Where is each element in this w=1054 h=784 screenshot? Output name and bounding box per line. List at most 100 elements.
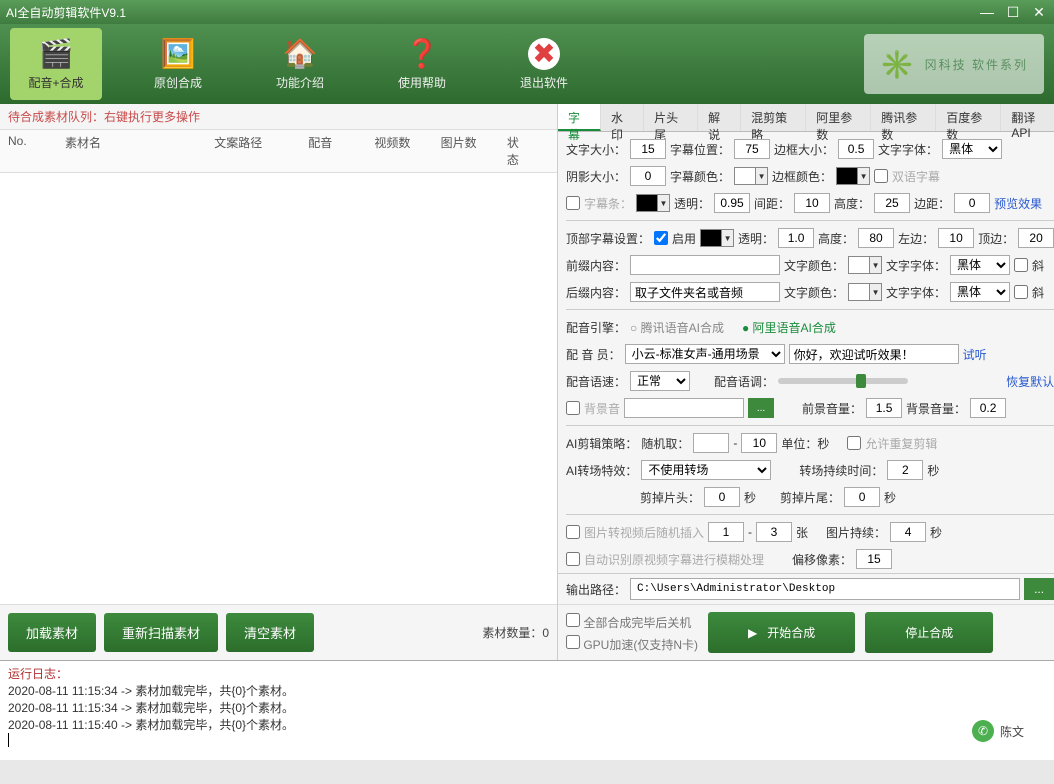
shutdown-checkbox[interactable]	[566, 613, 580, 627]
img-to-input[interactable]	[756, 522, 792, 542]
topsub-alpha[interactable]	[778, 228, 814, 248]
voice-select[interactable]: 小云-标准女声-通用场景	[625, 344, 785, 364]
clear-material-button[interactable]: 清空素材	[226, 613, 314, 652]
exit-icon: ✖	[528, 38, 560, 70]
rand-to-input[interactable]	[741, 433, 777, 453]
gpu-checkbox[interactable]	[566, 635, 580, 649]
img-from-input[interactable]	[708, 522, 744, 542]
topsub-left[interactable]	[938, 228, 974, 248]
toolbar-original-compose[interactable]: 🖼️ 原创合成	[132, 28, 224, 100]
output-path-label: 输出路径：	[566, 581, 626, 598]
subtitle-pos-input[interactable]	[734, 139, 770, 159]
tab-tencent-params[interactable]: 腾讯参数	[871, 104, 936, 131]
log-line: 2020-08-11 11:15:34 -> 素材加载完毕，共{0}个素材。	[8, 699, 1046, 716]
allow-dup-checkbox[interactable]	[847, 436, 861, 450]
stop-compose-button[interactable]: 停止合成	[865, 612, 993, 653]
maximize-button[interactable]: ☐	[1004, 4, 1022, 20]
toolbar-voice-compose[interactable]: 🎬 配音+合成	[10, 28, 102, 100]
prefix-italic[interactable]	[1014, 258, 1028, 272]
gpu-option[interactable]: GPU加速(仅支持N卡)	[566, 635, 698, 653]
suffix-input[interactable]	[630, 282, 780, 302]
tab-watermark[interactable]: 水印	[601, 104, 644, 131]
suffix-color[interactable]: ▼	[848, 283, 882, 301]
tab-head-tail[interactable]: 片头尾	[644, 104, 698, 131]
log-line: 2020-08-11 11:15:40 -> 素材加载完毕，共{0}个素材。	[8, 716, 1046, 733]
close-button[interactable]: ✕	[1030, 4, 1048, 20]
bg-volume-input[interactable]	[970, 398, 1006, 418]
toolbar-exit[interactable]: ✖ 退出软件	[498, 28, 590, 100]
preview-text-input[interactable]	[789, 344, 959, 364]
gap-input[interactable]	[794, 193, 830, 213]
shadow-size-input[interactable]	[630, 166, 666, 186]
tab-mix-strategy[interactable]: 混剪策略	[741, 104, 806, 131]
fg-volume-input[interactable]	[866, 398, 902, 418]
slack-icon: ✳️	[880, 48, 917, 81]
try-listen-link[interactable]: 试听	[963, 346, 987, 363]
suffix-italic[interactable]	[1014, 285, 1028, 299]
font-size-input[interactable]	[630, 139, 666, 159]
topsub-enable-checkbox[interactable]	[654, 231, 668, 245]
output-path-input[interactable]	[630, 578, 1020, 600]
autoblur-checkbox[interactable]	[566, 552, 580, 566]
tencent-radio[interactable]: ○ 腾讯语音AI合成	[630, 319, 724, 336]
window-title: AI全自动剪辑软件V9.1	[6, 4, 978, 21]
tab-narration[interactable]: 解说	[698, 104, 741, 131]
transition-select[interactable]: 不使用转场	[641, 460, 771, 480]
toolbar-help[interactable]: ❓ 使用帮助	[376, 28, 468, 100]
load-material-button[interactable]: 加载素材	[8, 613, 96, 652]
ali-radio[interactable]: ● 阿里语音AI合成	[742, 319, 836, 336]
topsub-color[interactable]: ▼	[700, 229, 734, 247]
wechat-badge: ✆ 陈文	[962, 716, 1034, 746]
queue-list[interactable]	[0, 173, 557, 604]
toolbar-features[interactable]: 🏠 功能介绍	[254, 28, 346, 100]
log-title: 运行日志：	[8, 665, 1046, 682]
cursor-icon	[8, 733, 9, 747]
rescan-material-button[interactable]: 重新扫描素材	[104, 613, 218, 652]
material-count: 素材数量：0	[482, 624, 549, 641]
tab-subtitle[interactable]: 字幕	[558, 104, 601, 131]
cuthead-input[interactable]	[704, 487, 740, 507]
bgm-path-input[interactable]	[624, 398, 744, 418]
tab-ali-params[interactable]: 阿里参数	[806, 104, 871, 131]
shutdown-option[interactable]: 全部合成完毕后关机	[566, 613, 698, 631]
alpha-input[interactable]	[714, 193, 750, 213]
tab-baidu-params[interactable]: 百度参数	[936, 104, 1001, 131]
log-pane: 运行日志： 2020-08-11 11:15:34 -> 素材加载完毕，共{0}…	[0, 660, 1054, 760]
prefix-input[interactable]	[630, 255, 780, 275]
topsub-height[interactable]	[858, 228, 894, 248]
topsub-top[interactable]	[1018, 228, 1054, 248]
suffix-font[interactable]: 黑体	[950, 282, 1010, 302]
browse-output-button[interactable]: ...	[1024, 578, 1054, 600]
speed-select[interactable]: 正常	[630, 371, 690, 391]
start-compose-button[interactable]: ▶开始合成	[708, 612, 855, 653]
cuttail-input[interactable]	[844, 487, 880, 507]
font-select[interactable]: 黑体	[942, 139, 1002, 159]
pitch-slider[interactable]	[778, 378, 908, 384]
subtitle-color-picker[interactable]: ▼	[734, 167, 768, 185]
submargin-input[interactable]	[954, 193, 990, 213]
img2vid-checkbox[interactable]	[566, 525, 580, 539]
prefix-font[interactable]: 黑体	[950, 255, 1010, 275]
settings-pane: 字幕 水印 片头尾 解说 混剪策略 阿里参数 腾讯参数 百度参数 翻译API 文…	[558, 104, 1054, 660]
tab-translate-api[interactable]: 翻译API	[1001, 104, 1054, 131]
border-size-input[interactable]	[838, 139, 874, 159]
subtitle-bar-color[interactable]: ▼	[636, 194, 670, 212]
prefix-color[interactable]: ▼	[848, 256, 882, 274]
img-dur-input[interactable]	[890, 522, 926, 542]
trans-dur-input[interactable]	[887, 460, 923, 480]
restore-default-link[interactable]: 恢复默认	[1006, 373, 1054, 390]
bgm-browse-button[interactable]: ...	[748, 398, 774, 418]
minimize-button[interactable]: —	[978, 4, 996, 20]
clapper-icon: 🎬	[39, 37, 74, 70]
brand-banner: ✳️ 冈科技 软件系列	[864, 34, 1044, 94]
rand-from-input[interactable]	[693, 433, 729, 453]
preview-subtitle-link[interactable]: 预览效果	[994, 195, 1042, 212]
image-icon: 🖼️	[161, 37, 196, 70]
bgm-checkbox[interactable]	[566, 401, 580, 415]
subheight-input[interactable]	[874, 193, 910, 213]
subtitle-bar-checkbox[interactable]	[566, 196, 580, 210]
titlebar: AI全自动剪辑软件V9.1 — ☐ ✕	[0, 0, 1054, 24]
bilingual-checkbox[interactable]	[874, 169, 888, 183]
offset-input[interactable]	[856, 549, 892, 569]
border-color-picker[interactable]: ▼	[836, 167, 870, 185]
